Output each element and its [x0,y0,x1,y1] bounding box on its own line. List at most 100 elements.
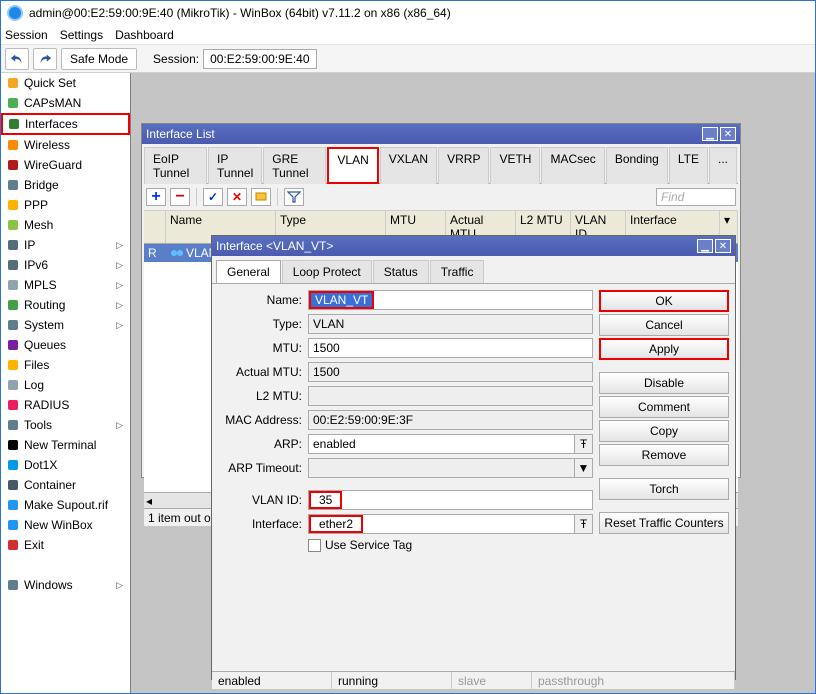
cancel-button[interactable]: Cancel [599,314,729,336]
disable-button[interactable]: ✕ [227,188,247,206]
close-icon[interactable]: ✕ [720,127,736,141]
dlg-close-icon[interactable]: ✕ [715,239,731,253]
sidebar-item-mpls[interactable]: MPLS▷ [1,275,130,295]
menu-settings[interactable]: Settings [60,28,103,42]
interface-select[interactable]: ether2 [309,515,363,533]
sidebar-item-mesh[interactable]: Mesh [1,215,130,235]
dialog-statusbar: enabled running slave passthrough [212,671,735,689]
sidebar-item-capsman[interactable]: CAPsMAN [1,93,130,113]
sidebar-item-system[interactable]: System▷ [1,315,130,335]
sidebar-item-blank [1,555,130,575]
apply-button[interactable]: Apply [599,338,729,360]
interface-select-wrapper[interactable]: ether2 Ŧ [308,514,593,534]
tab-vxlan[interactable]: VXLAN [380,147,437,184]
status-slave: slave [452,672,532,689]
chevron-down-icon[interactable]: Ŧ [574,435,592,453]
tab-loop-protect[interactable]: Loop Protect [282,260,372,283]
sidebar-item-interfaces[interactable]: Interfaces [1,113,130,135]
tab-bonding[interactable]: Bonding [606,147,668,184]
use-service-tag-checkbox[interactable] [308,539,321,552]
mtu-input[interactable]: 1500 [308,338,593,358]
sidebar-item-ip[interactable]: IP▷ [1,235,130,255]
mac-value: 00:E2:59:00:9E:3F [308,410,593,430]
col-flag[interactable] [144,211,166,243]
radius-icon [6,398,20,412]
torch-button[interactable]: Torch [599,478,729,500]
scroll-left-icon[interactable]: ◂ [146,494,152,508]
tab-status[interactable]: Status [373,260,429,283]
dialog-tabs: General Loop Protect Status Traffic [212,256,735,283]
arpt-input[interactable]: ▼ [308,458,593,478]
comment-button[interactable] [251,188,271,206]
sidebar-item-label: Make Supout.rif [24,498,125,512]
type-label: Type: [218,317,308,331]
chevron-down-icon[interactable]: Ŧ [574,515,592,533]
sidebar-item-wireguard[interactable]: WireGuard [1,155,130,175]
tab-lte[interactable]: LTE [669,147,708,184]
arp-select[interactable]: enabled Ŧ [308,434,593,454]
sidebar-item-files[interactable]: Files [1,355,130,375]
filter-button[interactable] [284,188,304,206]
sidebar-item-log[interactable]: Log [1,375,130,395]
sidebar-item-tools[interactable]: Tools▷ [1,415,130,435]
sidebar-item-new-winbox[interactable]: New WinBox [1,515,130,535]
minimize-icon[interactable]: ▁ [702,127,718,141]
remove-button[interactable]: Remove [599,444,729,466]
comment-button[interactable]: Comment [599,396,729,418]
undo-button[interactable] [5,48,29,70]
menu-session[interactable]: Session [5,28,48,42]
tab-veth[interactable]: VETH [490,147,540,184]
tab-general[interactable]: General [216,260,281,283]
add-button[interactable]: + [146,188,166,206]
sidebar-item-dot1x[interactable]: Dot1X [1,455,130,475]
sidebar-item-bridge[interactable]: Bridge [1,175,130,195]
find-input[interactable]: Find [656,188,736,206]
tab-vrrp[interactable]: VRRP [438,147,489,184]
status-enabled: enabled [212,672,332,689]
vlanid-input-wrapper[interactable]: 35 [308,490,593,510]
reset-counters-button[interactable]: Reset Traffic Counters [599,512,729,534]
copy-button[interactable]: Copy [599,420,729,442]
sidebar-item-label: Container [24,478,125,492]
remove-button[interactable]: − [170,188,190,206]
menubar: Session Settings Dashboard [1,25,815,45]
tab-traffic[interactable]: Traffic [430,260,485,283]
sidebar-item-quick-set[interactable]: Quick Set [1,73,130,93]
sidebar: Quick SetCAPsMANInterfacesWirelessWireGu… [1,73,131,693]
sidebar-item-label: PPP [24,198,125,212]
name-input-wrapper[interactable]: VLAN_VT [308,290,593,310]
vlanid-input[interactable]: 35 [309,491,342,509]
sidebar-item-ppp[interactable]: PPP [1,195,130,215]
sidebar-item-make-supout-rif[interactable]: Make Supout.rif [1,495,130,515]
tab-gre-tunnel[interactable]: GRE Tunnel [263,147,326,184]
menu-dashboard[interactable]: Dashboard [115,28,174,42]
tab-ip-tunnel[interactable]: IP Tunnel [208,147,262,184]
sidebar-item-ipv6[interactable]: IPv6▷ [1,255,130,275]
sidebar-item-wireless[interactable]: Wireless [1,135,130,155]
routing-icon [6,298,20,312]
safe-mode-button[interactable]: Safe Mode [61,48,137,70]
tab-vlan[interactable]: VLAN [327,147,378,184]
sidebar-item-exit[interactable]: Exit [1,535,130,555]
expand-icon[interactable]: ▼ [574,459,592,477]
tab-eoip-tunnel[interactable]: EoIP Tunnel [144,147,207,184]
sidebar-item-label: New WinBox [24,518,125,532]
disable-button[interactable]: Disable [599,372,729,394]
type-value: VLAN [308,314,593,334]
enable-button[interactable]: ✓ [203,188,223,206]
interface-list-titlebar: Interface List ▁ ✕ [142,124,740,144]
sidebar-item-radius[interactable]: RADIUS [1,395,130,415]
tab-macsec[interactable]: MACsec [541,147,604,184]
tab--[interactable]: ... [709,147,737,184]
name-input[interactable]: VLAN_VT [309,291,374,309]
sidebar-item-routing[interactable]: Routing▷ [1,295,130,315]
sidebar-item-new-terminal[interactable]: New Terminal [1,435,130,455]
ok-button[interactable]: OK [599,290,729,312]
dlg-minimize-icon[interactable]: ▁ [697,239,713,253]
amtu-value: 1500 [308,362,593,382]
sidebar-item-container[interactable]: Container [1,475,130,495]
sidebar-item-windows[interactable]: Windows▷ [1,575,130,595]
l2mtu-label: L2 MTU: [218,389,308,403]
redo-button[interactable] [33,48,57,70]
sidebar-item-queues[interactable]: Queues [1,335,130,355]
